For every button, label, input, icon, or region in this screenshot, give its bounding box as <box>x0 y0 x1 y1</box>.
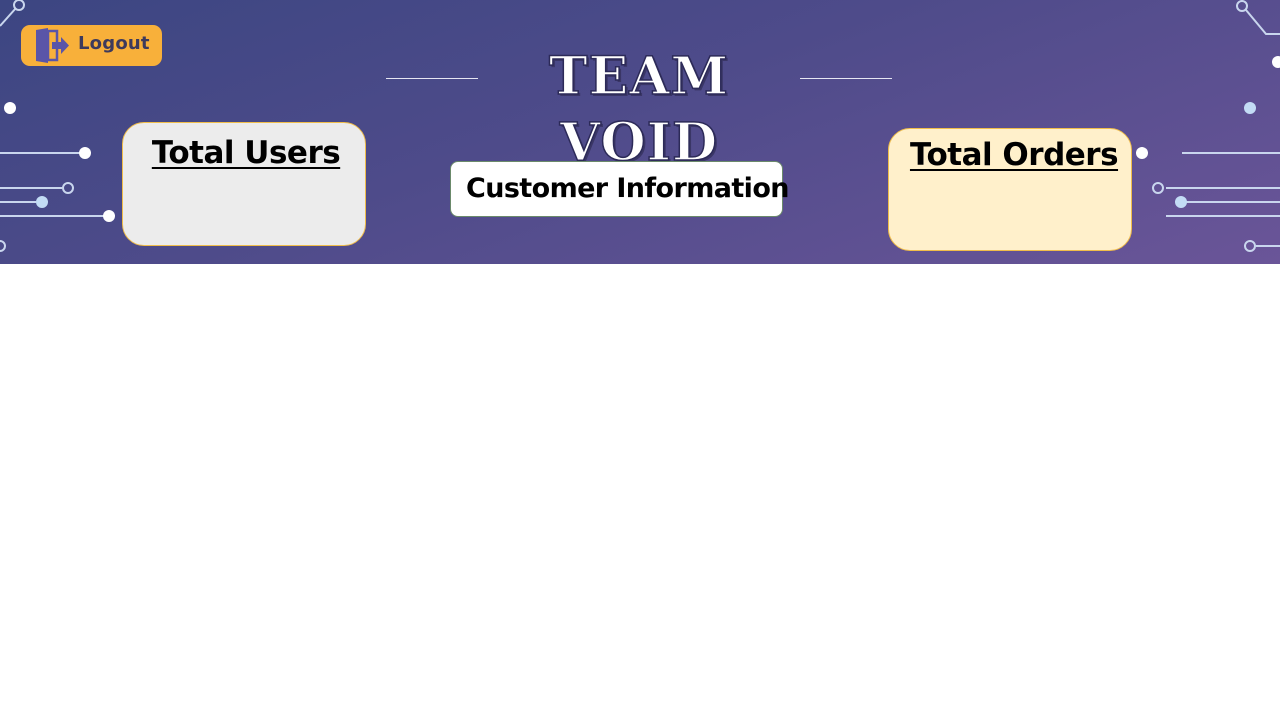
total-orders-card[interactable]: Total Orders <box>888 128 1132 251</box>
page-title: TEAM VOID <box>548 45 730 174</box>
logout-label: Logout <box>78 33 150 54</box>
title-divider-left <box>386 78 478 79</box>
logout-icon <box>36 28 69 63</box>
customer-information-label: Customer Information <box>466 173 789 204</box>
main-content-area <box>0 264 1280 720</box>
total-users-card[interactable]: Total Users <box>122 122 366 246</box>
header-banner: Logout TEAM VOID Total Users Customer In… <box>0 0 1280 264</box>
logout-button[interactable]: Logout <box>21 25 162 66</box>
circuit-decoration-right-icon <box>1120 0 1280 252</box>
total-orders-title: Total Orders <box>909 137 1119 173</box>
customer-information-button[interactable]: Customer Information <box>450 161 789 217</box>
total-users-title: Total Users <box>151 135 341 171</box>
title-divider-right <box>800 78 892 79</box>
app-title-group: TEAM VOID <box>386 44 892 174</box>
